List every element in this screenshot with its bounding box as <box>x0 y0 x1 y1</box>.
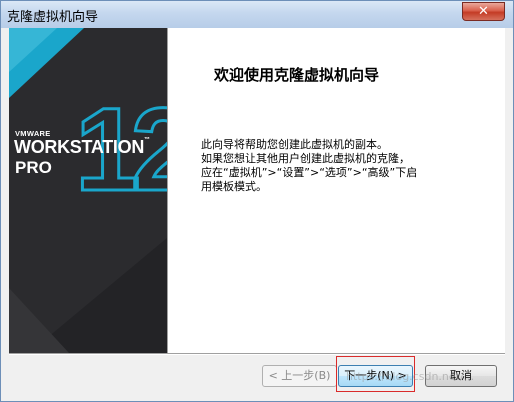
close-icon: ✕ <box>478 4 489 19</box>
description-line: 此向导将帮助您创建此虚拟机的副本。 <box>201 138 388 151</box>
title-bar[interactable]: 克隆虚拟机向导 ✕ <box>1 1 513 28</box>
description-line: 如果您想让其他用户创建此虚拟机的克隆， <box>201 152 410 165</box>
description-line: 应在“虚拟机”>“设置”>“选项”>“高级”下启 <box>201 166 418 179</box>
description-line: 用模板模式。 <box>201 180 267 193</box>
banner-divider <box>167 28 168 353</box>
wizard-body: 12 VMWARE WORKSTATION™ PRO 欢迎使用克隆虚拟机向导 此… <box>9 28 505 355</box>
product-name-text: WORKSTATION <box>14 137 145 157</box>
trademark-symbol: ™ <box>144 137 150 143</box>
product-name: WORKSTATION™ <box>14 137 150 158</box>
description: 此向导将帮助您创建此虚拟机的副本。 如果您想让其他用户创建此虚拟机的克隆， 应在… <box>201 138 501 194</box>
clone-vm-wizard-window: 克隆虚拟机向导 ✕ 12 VMWARE WORKSTATION™ PRO 欢迎使… <box>0 0 514 402</box>
back-button[interactable]: < 上一步(B) <box>262 365 337 387</box>
page-heading: 欢迎使用克隆虚拟机向导 <box>214 66 380 84</box>
product-edition: PRO <box>15 158 52 177</box>
close-button[interactable]: ✕ <box>462 2 505 21</box>
workstation-banner: 12 VMWARE WORKSTATION™ PRO <box>9 28 167 353</box>
watermark-text: https://blog.csdn.net/... <box>346 370 475 383</box>
footer-divider <box>9 353 505 354</box>
window-title: 克隆虚拟机向导 <box>7 10 99 25</box>
